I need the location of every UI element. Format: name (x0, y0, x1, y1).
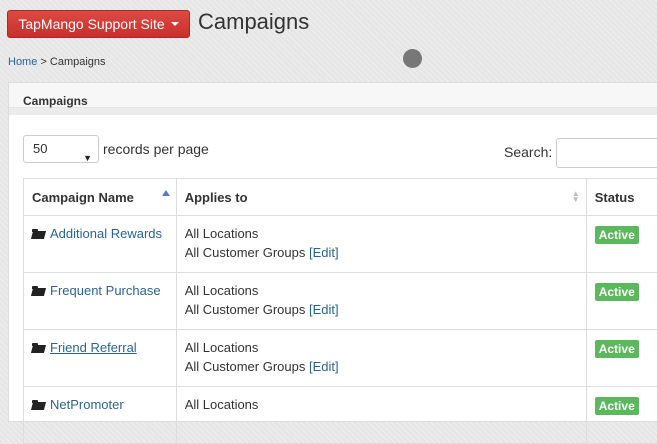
campaign-name-cell: Friend Referral (24, 330, 177, 387)
page-title: Campaigns (198, 9, 309, 35)
records-per-page-select[interactable]: 50 ▼ (23, 135, 99, 163)
column-header-status[interactable]: Status (586, 179, 657, 216)
campaign-link[interactable]: Frequent Purchase (50, 283, 161, 298)
campaign-name-cell: Additional Rewards (24, 216, 177, 273)
status-badge: Active (595, 397, 639, 415)
site-switcher-button[interactable]: TapMango Support Site (7, 10, 190, 38)
applies-to-cell: All Locations All Customer Groups [Edit] (176, 216, 586, 273)
edit-link[interactable]: [Edit] (309, 245, 339, 260)
column-header-label: Status (595, 190, 635, 205)
campaign-link[interactable]: Friend Referral (50, 340, 137, 355)
sort-both-icon: ▲▼ (572, 191, 580, 203)
status-badge: Active (595, 283, 639, 301)
status-badge: Active (595, 226, 639, 244)
status-cell: Active (586, 216, 657, 273)
locations-text: All Locations (185, 397, 259, 412)
column-header-label: Campaign Name (32, 190, 134, 205)
campaign-link[interactable]: NetPromoter (50, 397, 124, 412)
applies-to-cell: All Locations All Customer Groups [Edit] (176, 330, 586, 387)
site-switcher-label: TapMango Support Site (18, 16, 164, 32)
status-cell: Active (586, 330, 657, 387)
breadcrumb: Home > Campaigns (8, 56, 106, 68)
search-label: Search: (504, 144, 552, 160)
folder-open-icon (32, 286, 45, 296)
column-header-applies-to[interactable]: Applies to ▲▼ (176, 179, 586, 216)
folder-open-icon (32, 229, 45, 239)
table-header-row: Campaign Name Applies to ▲▼ Status (24, 179, 657, 216)
column-header-label: Applies to (185, 190, 248, 205)
breadcrumb-home-link[interactable]: Home (8, 56, 37, 68)
campaigns-panel: Campaigns 50 ▼ records per page Search: … (8, 82, 657, 422)
folder-open-icon (32, 343, 45, 353)
status-badge: Active (595, 340, 639, 358)
column-header-campaign-name[interactable]: Campaign Name (24, 179, 177, 216)
customer-groups-text: All Customer Groups (185, 359, 306, 374)
table-row: Frequent Purchase All Locations All Cust… (24, 273, 657, 330)
search-input[interactable] (556, 138, 657, 168)
records-per-page-value: 50 (33, 141, 47, 156)
customer-groups-text: All Customer Groups (185, 245, 306, 260)
caret-down-icon (171, 22, 179, 26)
status-cell: Active (586, 387, 657, 444)
campaign-link[interactable]: Additional Rewards (50, 226, 162, 241)
table-row: Additional Rewards All Locations All Cus… (24, 216, 657, 273)
locations-text: All Locations (185, 340, 259, 355)
table-row: Friend Referral All Locations All Custom… (24, 330, 657, 387)
campaign-name-cell: NetPromoter (24, 387, 177, 444)
dropdown-arrow-icon: ▼ (83, 145, 92, 171)
spinner-icon (403, 49, 422, 68)
breadcrumb-separator: > (37, 56, 50, 68)
panel-title: Campaigns (9, 83, 657, 108)
locations-text: All Locations (185, 226, 259, 241)
applies-to-cell: All Locations All Customer Groups [Edit] (176, 273, 586, 330)
breadcrumb-current: Campaigns (50, 56, 106, 68)
campaigns-table: Campaign Name Applies to ▲▼ Status Addit… (23, 178, 657, 444)
customer-groups-text: All Customer Groups (185, 302, 306, 317)
campaign-name-cell: Frequent Purchase (24, 273, 177, 330)
sort-ascending-icon (162, 190, 170, 196)
applies-to-cell: All Locations (176, 387, 586, 444)
edit-link[interactable]: [Edit] (309, 302, 339, 317)
locations-text: All Locations (185, 283, 259, 298)
panel-divider (9, 108, 657, 115)
table-row: NetPromoter All Locations Active (24, 387, 657, 444)
status-cell: Active (586, 273, 657, 330)
records-per-page-label: records per page (103, 141, 209, 157)
edit-link[interactable]: [Edit] (309, 359, 339, 374)
